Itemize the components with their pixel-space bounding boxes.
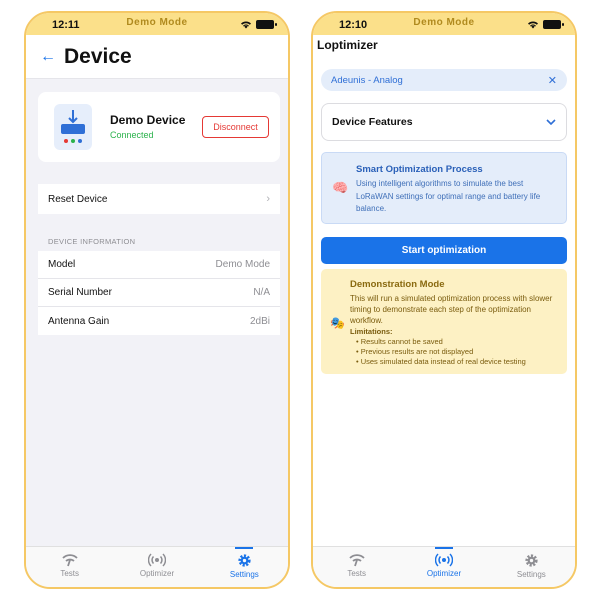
info-value: 2dBi	[249, 315, 270, 327]
gear-icon	[238, 554, 251, 567]
radio-waves-icon	[147, 553, 166, 567]
list-item: Results cannot be saved	[356, 337, 526, 347]
reset-device-label: Reset Device	[48, 193, 108, 205]
tab-label: Settings	[229, 570, 259, 579]
signal-icon	[62, 554, 78, 567]
tab-label: Tests	[347, 569, 366, 578]
smart-optimization-card: 🧠 Smart Optimization Process Using intel…	[321, 152, 567, 224]
limitations-label: Limitations:	[350, 327, 393, 336]
tab-settings[interactable]: Settings	[201, 547, 288, 587]
status-bar: 12:10 Demo Mode	[313, 13, 575, 35]
tab-optimizer[interactable]: Optimizer	[400, 547, 487, 587]
info-value: Demo Mode	[215, 259, 270, 270]
demo-card-text: This will run a simulated optimization p…	[350, 294, 553, 325]
brain-icon: 🧠	[332, 180, 349, 195]
nav-bar: ← Device	[26, 35, 288, 79]
tab-label: Optimizer	[426, 569, 462, 578]
features-label: Device Features	[332, 116, 413, 128]
demo-card-title: Demonstration Mode	[350, 279, 445, 290]
tab-label: Tests	[60, 569, 79, 578]
demonstration-mode-card: 🎭 Demonstration Mode This will run a sim…	[321, 269, 567, 374]
wifi-icon	[528, 21, 538, 29]
info-row-model: Model Demo Mode	[38, 251, 280, 279]
wifi-icon	[241, 21, 251, 29]
device-info-list: Model Demo Mode Serial Number N/A Antenn…	[38, 251, 280, 335]
device-card: Demo Device Connected Disconnect	[38, 92, 280, 162]
info-row-antenna: Antenna Gain 2dBi	[38, 307, 280, 335]
tab-label: Settings	[516, 570, 546, 579]
device-features-dropdown[interactable]: Device Features	[321, 103, 567, 141]
status-bar: 12:11 Demo Mode	[26, 13, 288, 35]
page-title: Loptimizer	[317, 38, 378, 52]
info-row-serial: Serial Number N/A	[38, 279, 280, 307]
tab-bar: Tests Optimizer Settings	[313, 546, 575, 587]
device-icon	[54, 104, 92, 150]
device-screen: 12:11 Demo Mode ← Device Demo Device Con…	[24, 11, 290, 589]
tab-label: Optimizer	[139, 569, 175, 578]
section-header: DEVICE INFORMATION	[48, 237, 136, 246]
tab-bar: Tests Optimizer Settings	[26, 546, 288, 587]
close-icon[interactable]: ✕	[548, 74, 557, 87]
radio-waves-icon	[434, 553, 453, 567]
connection-status: Connected	[110, 130, 154, 140]
theater-masks-icon: 🎭	[330, 316, 345, 330]
limitations-list: Results cannot be saved Previous results…	[356, 337, 526, 367]
start-optimization-button[interactable]: Start optimization	[321, 237, 567, 264]
page-title: Device	[64, 44, 132, 68]
optimizer-screen: 12:10 Demo Mode Loptimizer Adeunis - Ana…	[311, 11, 577, 589]
list-item: Previous results are not displayed	[356, 347, 526, 357]
device-name: Demo Device	[110, 113, 186, 127]
info-key: Model	[48, 259, 76, 270]
chip-label: Adeunis - Analog	[331, 74, 403, 86]
signal-icon	[349, 554, 365, 567]
reset-device-row[interactable]: Reset Device ›	[38, 184, 280, 214]
chevron-right-icon: ›	[266, 193, 270, 205]
list-item: Uses simulated data instead of real devi…	[356, 357, 526, 367]
info-key: Serial Number	[48, 287, 112, 298]
battery-icon	[256, 20, 277, 29]
tab-tests[interactable]: Tests	[26, 547, 113, 587]
chevron-down-icon	[546, 119, 556, 125]
tab-optimizer[interactable]: Optimizer	[113, 547, 200, 587]
smart-card-text: Using intelligent algorithms to simulate…	[356, 179, 541, 213]
tab-tests[interactable]: Tests	[313, 547, 400, 587]
info-key: Antenna Gain	[48, 315, 110, 327]
battery-icon	[543, 20, 564, 29]
gear-icon	[525, 554, 538, 567]
disconnect-button[interactable]: Disconnect	[202, 116, 269, 138]
smart-card-title: Smart Optimization Process	[356, 164, 483, 175]
tab-settings[interactable]: Settings	[488, 547, 575, 587]
back-arrow-icon[interactable]: ←	[40, 48, 62, 66]
device-chip[interactable]: Adeunis - Analog ✕	[321, 69, 567, 91]
info-value: N/A	[253, 287, 270, 298]
